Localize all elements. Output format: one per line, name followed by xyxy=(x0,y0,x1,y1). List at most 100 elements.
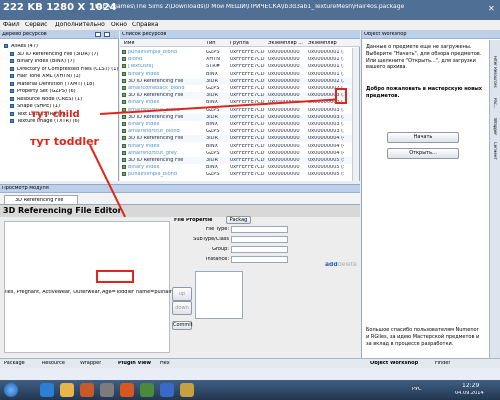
workshop-description: Данные о предмете еще не загружены. Выбе… xyxy=(366,44,482,71)
table-cell: 0x00000000 xyxy=(268,158,300,163)
language-indicator[interactable]: РУС xyxy=(412,387,422,392)
package-button[interactable]: Packag xyxy=(226,216,251,224)
tree-item-icon xyxy=(10,89,14,93)
table-row[interactable]: Binary IndexBINX0xFFEFFE7CD0x000000000x0… xyxy=(120,164,352,171)
table-row[interactable]: 3D ID Referencing File 3IDR 0xFFEFFE7CD 0x0… xyxy=(120,77,352,85)
table-cell: 0x00000004 (4) xyxy=(308,143,344,149)
menu-window[interactable]: Окно xyxy=(111,22,127,28)
tab-plugin-view[interactable]: Plugin View xyxy=(118,361,151,366)
table-row[interactable]: afhaircomeback_blond GZPS 0xFFEFFE7CD 0x000… xyxy=(120,85,352,92)
column-instance-hi[interactable]: Экземпляр ... xyxy=(268,41,303,46)
table-row[interactable]: Blond XHTN 0xFFEFFE7CD 0x00000000 0x00000001… xyxy=(120,56,352,63)
tree-item[interactable]: Hair Tone XML (XHTN) (1) xyxy=(17,74,81,79)
reference-text-area[interactable]: lies, Pregnant, Activewear, Outerwear, A… xyxy=(4,221,172,353)
tree-toggle-icon[interactable] xyxy=(95,32,101,37)
tab-object-workshop[interactable]: Object Workshop xyxy=(370,361,418,366)
side-tab-pack[interactable]: Pac... xyxy=(493,98,497,109)
table-row[interactable]: afhairshortcut_grey GZPS 0xFFEFFE7CD 0x0000… xyxy=(120,150,352,157)
table-cell: 0x00000000 xyxy=(268,86,300,91)
clock-date[interactable]: 04.09.2014 xyxy=(455,391,484,396)
file-path: ts\EA Games\The Sims 2\Downloads\0 Мои М… xyxy=(95,4,405,10)
table-cell: 0x00000004 (4) xyxy=(308,150,344,156)
table-row[interactable]: 3D ID Referencing File 3IDR 0xFFEFFE7CD 0x0… xyxy=(120,113,352,121)
menu-service[interactable]: Сервис xyxy=(25,22,47,28)
firefox-icon[interactable] xyxy=(120,383,134,397)
menu-bar: Файл Сервис Дополнительно Окно Справка xyxy=(0,20,500,31)
tab-wrapper[interactable]: Wrapper xyxy=(80,361,101,366)
table-cell: 0xFFEFFE7CD xyxy=(230,107,265,113)
sims-icon[interactable] xyxy=(180,383,194,397)
start-button-icon[interactable] xyxy=(4,383,18,397)
folder-icon[interactable] xyxy=(60,383,74,397)
tree-item[interactable]: 3D ID Referencing File (3IDR) (7) xyxy=(17,52,98,57)
tree-item[interactable]: Resource Node (CRES) (1) xyxy=(17,97,82,102)
table-row[interactable]: Binary IndexBINX0xFFEFFE7CD0x000000000x0… xyxy=(120,143,352,150)
table-row[interactable]: afhairshortcut_blond GZPS 0xFFEFFE7CD 0x000… xyxy=(120,128,352,135)
close-icon[interactable]: ✕ xyxy=(488,5,495,13)
table-cell: 0xFFEFFE7CD xyxy=(230,122,265,127)
table-cell: 0x00000000 xyxy=(268,114,300,120)
instance-field[interactable] xyxy=(231,256,288,263)
table-row[interactable]: puhairsimple_blond GZPS 0xFFEFFE7CD 0x00000… xyxy=(120,49,352,56)
table-cell: 0xFFEFFE7CD xyxy=(230,78,265,84)
column-name[interactable]: Имя xyxy=(124,41,135,46)
reference-list-box[interactable] xyxy=(195,271,243,319)
app-icon[interactable] xyxy=(100,383,114,397)
side-tab-segment[interactable]: Сегмент xyxy=(493,142,497,160)
menu-file[interactable]: Файл xyxy=(3,22,20,28)
column-group[interactable]: Группа xyxy=(230,41,249,46)
tree-item[interactable]: Binary Index (BINX) (7) xyxy=(17,59,75,64)
tree-item[interactable]: Directory of Compressed Files (CLST) (1) xyxy=(17,67,118,72)
side-tabs-strip: Filter Resources Pac... Wrapper Сегмент xyxy=(489,40,500,358)
tree-view-icon[interactable] xyxy=(104,32,110,37)
down-button[interactable]: down xyxy=(172,301,192,315)
app2-icon[interactable] xyxy=(140,383,154,397)
column-instance[interactable]: Экземпляр xyxy=(308,41,337,46)
ie-icon[interactable] xyxy=(40,383,54,397)
table-row[interactable]: [TextLists] STR# 0xFFEFFE7CD 0x00000000 0x00… xyxy=(120,63,352,70)
menu-help[interactable]: Справка xyxy=(132,22,158,28)
tab-resource[interactable]: Resource xyxy=(42,361,65,366)
tab-finder[interactable]: Finder xyxy=(435,361,450,366)
group-field[interactable] xyxy=(231,246,288,253)
preview-title: Просмотр модуля xyxy=(2,186,49,191)
add-link[interactable]: add xyxy=(325,262,338,268)
menu-advanced[interactable]: Дополнительно xyxy=(55,22,105,28)
table-row[interactable]: 3D ID Referencing File 3IDR 0xFFEFFE7CD 0x0… xyxy=(120,135,352,143)
column-type[interactable]: Тип xyxy=(206,41,216,46)
table-cell: Binary Index xyxy=(128,143,160,149)
table-row[interactable]: 3D ID Referencing File 3IDR 0xFFEFFE7CD 0x0… xyxy=(120,92,352,100)
up-button[interactable]: up xyxy=(172,287,192,301)
open-button[interactable]: Открыть... xyxy=(387,148,459,159)
delete-link[interactable]: delete xyxy=(338,262,357,268)
tab-3d-referencing[interactable]: 3D Referencing File xyxy=(4,195,78,204)
table-cell: 0x00000000 xyxy=(268,172,300,178)
side-tab-filter[interactable]: Filter Resources xyxy=(493,56,497,88)
reference-text-age: Age=Toddler xyxy=(102,290,134,295)
tree-item[interactable]: Shape (SHPE) (1) xyxy=(17,104,60,109)
table-row[interactable]: Binary IndexBINX0xFFEFFE7CD0x000000000x0… xyxy=(120,121,352,128)
table-cell: 0x00000001 (1) xyxy=(308,64,344,70)
table-row[interactable]: Binary IndexBINX0xFFEFFE7CD0x000000000x0… xyxy=(120,71,352,78)
resource-icon xyxy=(122,78,126,83)
clock-time[interactable]: 12:29 xyxy=(462,383,479,389)
file-type-field[interactable] xyxy=(231,226,288,233)
tree-item[interactable]: Property Set (GZPS) (6) xyxy=(17,89,76,94)
commit-button[interactable]: Commit xyxy=(172,321,193,330)
table-cell: 0x00000005 (5) xyxy=(308,165,344,171)
side-tab-wrapper[interactable]: Wrapper xyxy=(493,118,497,135)
disk-icon[interactable] xyxy=(160,383,174,397)
table-row[interactable]: 3D ID Referencing File 3IDR 0xFFEFFE7CD 0x0… xyxy=(120,157,352,164)
table-row[interactable]: puhairsimple_blond GZPS 0xFFEFFE7CD 0x00000… xyxy=(120,171,352,178)
tree-item-icon xyxy=(10,51,14,56)
resource-icon xyxy=(122,129,126,134)
start-button[interactable]: Начать xyxy=(387,132,459,143)
table-cell: [TextLists] xyxy=(128,64,154,70)
tab-hex[interactable]: Hex xyxy=(160,361,170,366)
tree-item[interactable]: AllRes (47) xyxy=(11,44,38,49)
tab-package[interactable]: Package xyxy=(4,361,25,366)
resource-list-scrollbar[interactable] xyxy=(352,48,359,181)
tree-item[interactable]: Material Definition (TXMT) (18) xyxy=(17,82,94,87)
media-icon[interactable] xyxy=(80,383,94,397)
subtype-field[interactable] xyxy=(231,236,288,243)
